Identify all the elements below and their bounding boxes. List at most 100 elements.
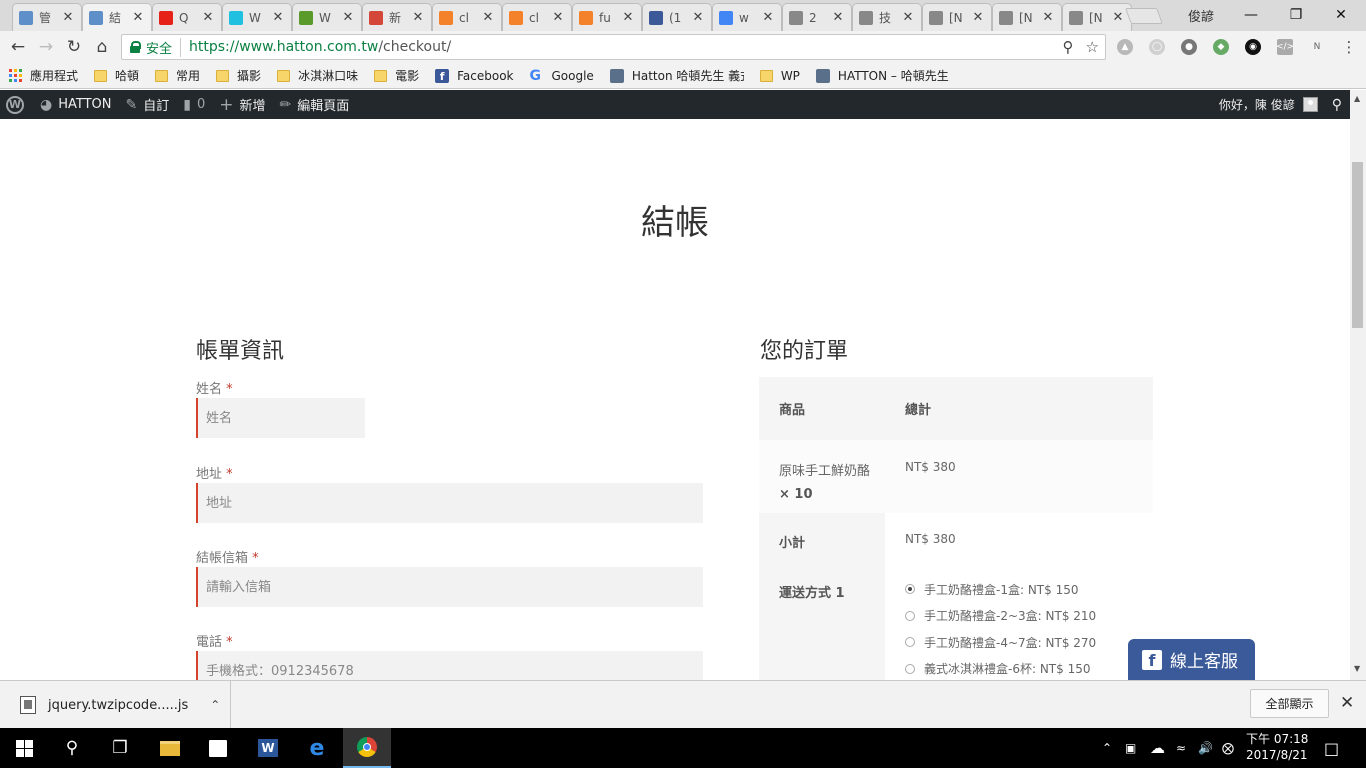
minimize-icon[interactable]: — — [1228, 0, 1274, 29]
wp-edit-page-link[interactable]: ✏ 編輯頁面 — [280, 95, 350, 115]
wp-logo-icon[interactable]: W — [6, 95, 24, 114]
search-icon[interactable]: ⚲ — [48, 728, 96, 768]
tab-close-icon[interactable]: ✕ — [61, 10, 75, 25]
tab-close-icon[interactable]: ✕ — [341, 10, 355, 25]
url-text[interactable]: https://www.hatton.com.tw/checkout/ — [189, 39, 451, 55]
extension-n-icon[interactable]: N — [1309, 39, 1325, 55]
network-device-icon[interactable]: ▣ — [1125, 728, 1136, 768]
tab-close-icon[interactable]: ✕ — [1111, 10, 1125, 25]
extension-shield-icon[interactable]: ◆ — [1213, 39, 1229, 55]
shipping-radio[interactable] — [905, 584, 915, 595]
bookmark-item[interactable]: 應用程式 — [9, 67, 78, 84]
onedrive-cloud-icon[interactable]: ☁ — [1150, 728, 1165, 768]
email-field[interactable] — [196, 567, 703, 607]
tab-close-icon[interactable]: ✕ — [901, 10, 915, 25]
browser-tab[interactable]: w ✕ — [712, 3, 782, 31]
shipping-option[interactable]: 手工奶酪禮盒-1盒: NT$ 150 — [885, 576, 1153, 603]
disconnected-icon[interactable]: ⨂ — [1222, 728, 1234, 768]
browser-tab[interactable]: cl ✕ — [432, 3, 502, 31]
bookmark-item[interactable]: WP — [759, 69, 800, 83]
phone-field[interactable] — [196, 651, 703, 680]
new-tab-button[interactable] — [1125, 8, 1163, 24]
chrome-icon[interactable] — [343, 728, 391, 768]
shipping-radio[interactable] — [905, 663, 915, 674]
browser-tab[interactable]: (1 ✕ — [642, 3, 712, 31]
name-field[interactable] — [196, 398, 365, 438]
bookmark-item[interactable]: f Facebook — [435, 68, 513, 83]
reload-icon[interactable]: ↻ — [63, 36, 85, 58]
shipping-radio[interactable] — [905, 637, 915, 648]
file-explorer-icon[interactable] — [146, 728, 194, 768]
scroll-up-icon[interactable]: ▲ — [1354, 94, 1360, 103]
system-clock[interactable]: 下午 07:18 2017/8/21 — [1246, 731, 1308, 763]
bookmark-item[interactable]: G Google — [529, 68, 593, 84]
address-bar[interactable]: 安全 https://www.hatton.com.tw/checkout/ ⚲… — [121, 34, 1106, 60]
close-window-icon[interactable]: ✕ — [1318, 0, 1364, 29]
wp-comments-link[interactable]: ▮ 0 — [183, 97, 205, 113]
tab-close-icon[interactable]: ✕ — [481, 10, 495, 25]
tab-close-icon[interactable]: ✕ — [271, 10, 285, 25]
wp-new-link[interactable]: + 新增 — [219, 95, 265, 115]
extension-ghost-icon[interactable]: ◉ — [1245, 39, 1261, 55]
browser-tab[interactable]: 結 ✕ — [82, 3, 152, 31]
browser-menu-icon[interactable]: ⋮ — [1341, 38, 1357, 56]
browser-tab[interactable]: [N ✕ — [992, 3, 1062, 31]
scroll-thumb[interactable] — [1352, 162, 1363, 328]
shipping-option[interactable]: 手工奶酪禮盒-2~3盒: NT$ 210 — [885, 603, 1153, 630]
scroll-down-icon[interactable]: ▼ — [1354, 664, 1360, 673]
browser-tab[interactable]: fu ✕ — [572, 3, 642, 31]
tab-close-icon[interactable]: ✕ — [691, 10, 705, 25]
shipping-option[interactable]: 手工奶酪禮盒-4~7盒: NT$ 270 — [885, 629, 1153, 656]
browser-tab[interactable]: 管 ✕ — [12, 3, 82, 31]
start-button[interactable] — [0, 728, 48, 768]
browser-tab[interactable]: 技 ✕ — [852, 3, 922, 31]
tab-close-icon[interactable]: ✕ — [831, 10, 845, 25]
shipping-radio[interactable] — [905, 610, 915, 621]
show-all-downloads-button[interactable]: 全部顯示 — [1250, 689, 1329, 718]
volume-icon[interactable]: 🔊 — [1198, 728, 1213, 768]
bookmark-item[interactable]: Hatton 哈頓先生 義式 — [609, 67, 744, 84]
facebook-chat-button[interactable]: f 線上客服 — [1128, 639, 1255, 680]
browser-tab[interactable]: W ✕ — [292, 3, 362, 31]
bookmark-item[interactable]: 攝影 — [216, 67, 261, 84]
tray-chevron-icon[interactable]: ⌃ — [1102, 728, 1112, 768]
browser-tab[interactable]: cl ✕ — [502, 3, 572, 31]
zoom-search-icon[interactable]: ⚲ — [1063, 38, 1074, 56]
bookmark-item[interactable]: 冰淇淋口味 — [277, 67, 358, 84]
tab-close-icon[interactable]: ✕ — [761, 10, 775, 25]
tab-close-icon[interactable]: ✕ — [971, 10, 985, 25]
extension-tree-icon[interactable]: ▲ — [1117, 39, 1133, 55]
restore-icon[interactable]: ❐ — [1273, 0, 1319, 29]
notification-icon[interactable]: □ — [1324, 728, 1339, 768]
browser-tab[interactable]: [N ✕ — [1062, 3, 1132, 31]
profile-name[interactable]: 俊諺 — [1188, 6, 1214, 25]
wp-site-link[interactable]: ◕ HATTON — [40, 97, 112, 113]
extension-code-icon[interactable]: </> — [1276, 39, 1294, 55]
browser-tab[interactable]: W ✕ — [222, 3, 292, 31]
tab-close-icon[interactable]: ✕ — [1041, 10, 1055, 25]
wp-greeting[interactable]: 你好，陳 俊諺 — [1219, 96, 1295, 113]
extension-timer-icon[interactable]: ◯ — [1149, 39, 1165, 55]
address-field[interactable] — [196, 483, 703, 523]
close-icon[interactable]: ✕ — [1340, 693, 1354, 713]
bookmark-item[interactable]: 哈頓 — [94, 67, 139, 84]
bookmark-item[interactable]: 常用 — [155, 67, 200, 84]
forward-icon[interactable]: → — [35, 36, 57, 58]
wp-customize-link[interactable]: ✎ 自訂 — [126, 95, 170, 115]
wp-search-icon[interactable]: ⚲ — [1332, 97, 1342, 113]
tab-close-icon[interactable]: ✕ — [131, 10, 145, 25]
tab-close-icon[interactable]: ✕ — [551, 10, 565, 25]
home-icon[interactable]: ⌂ — [91, 36, 113, 58]
chevron-up-icon[interactable]: ⌃ — [210, 698, 220, 712]
store-icon[interactable] — [194, 728, 242, 768]
bookmark-item[interactable]: HATTON – 哈頓先生 — [815, 67, 949, 84]
internet-explorer-icon[interactable]: e — [293, 728, 341, 768]
browser-tab[interactable]: [N ✕ — [922, 3, 992, 31]
browser-tab[interactable]: Q ✕ — [152, 3, 222, 31]
browser-tab[interactable]: 2 ✕ — [782, 3, 852, 31]
back-icon[interactable]: ← — [7, 36, 29, 58]
shipping-option[interactable]: 義式冰淇淋禮盒-6杯: NT$ 150 — [885, 656, 1153, 681]
avatar[interactable] — [1302, 97, 1318, 112]
page-scrollbar[interactable]: ▲ ▼ — [1350, 90, 1366, 680]
download-item[interactable]: jquery.twzipcode.....js ⌃ — [0, 681, 231, 729]
